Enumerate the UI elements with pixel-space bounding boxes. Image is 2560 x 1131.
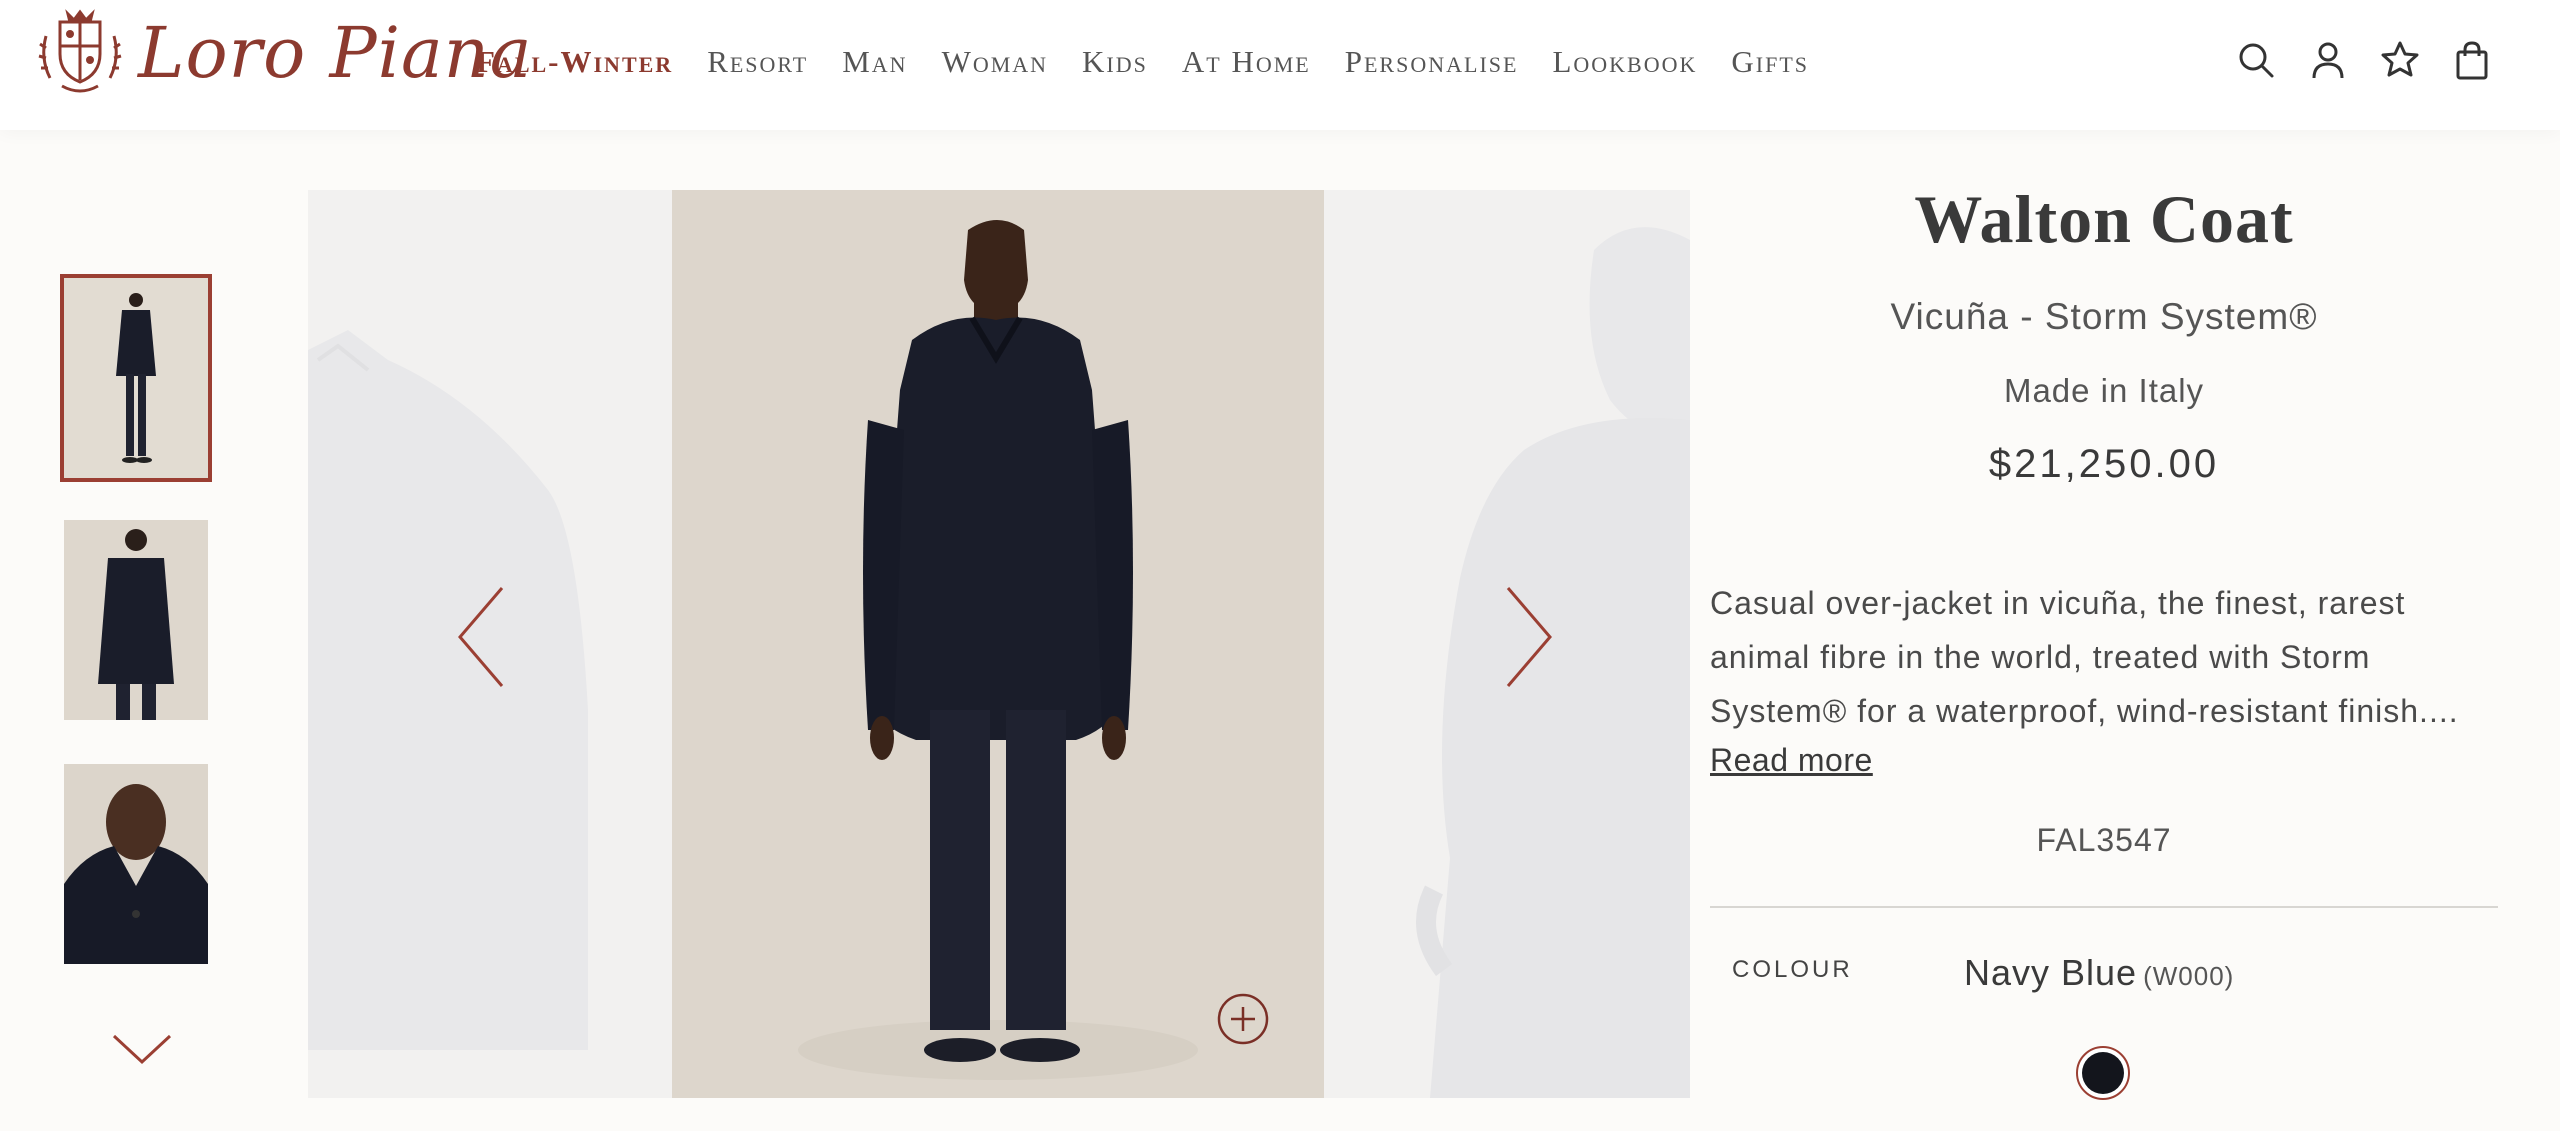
swatch-fill [2082, 1052, 2124, 1094]
nav-item-woman[interactable]: Woman [942, 44, 1048, 80]
product-origin: Made in Italy [2003, 372, 2205, 409]
nav-item-resort[interactable]: Resort [707, 44, 808, 80]
colour-value: Navy Blue (W000) [1964, 952, 2234, 994]
chevron-right-icon[interactable] [1498, 582, 1558, 692]
section-divider [1710, 906, 2498, 908]
search-icon[interactable] [2234, 38, 2278, 82]
product-description: Casual over-jacket in vicuña, the finest… [1710, 585, 2459, 729]
product-subtitle: Vicuña - Storm System® [1890, 296, 2318, 337]
nav-item-lookbook[interactable]: Lookbook [1552, 44, 1697, 80]
crest-icon [38, 9, 122, 93]
product-thumbnail-image [64, 278, 208, 478]
brand-logo[interactable]: Loro Piana [32, 8, 533, 98]
product-thumbnail-image [64, 764, 208, 964]
site-header: Loro Piana Fall-Winter Resort Man Woman … [0, 0, 2560, 130]
header-actions [2234, 38, 2522, 82]
shopping-bag-icon[interactable] [2450, 38, 2494, 82]
thumbnail-back[interactable] [64, 520, 208, 720]
account-icon[interactable] [2306, 38, 2350, 82]
product-thumbnail-image [64, 520, 208, 720]
nav-item-fall-winter[interactable]: Fall-Winter [476, 44, 673, 80]
wishlist-star-icon[interactable] [2378, 38, 2422, 82]
product-image-carousel[interactable] [308, 190, 1690, 1098]
main-product-image [672, 190, 1324, 1098]
main-nav: Fall-Winter Resort Man Woman Kids At Hom… [476, 44, 1843, 80]
product-code: FAL3547 [2036, 822, 2172, 858]
colour-name: Navy Blue [1964, 952, 2138, 993]
nav-item-man[interactable]: Man [842, 44, 907, 80]
thumbnail-front[interactable] [60, 274, 212, 482]
product-title: Walton Coat [1914, 181, 2294, 257]
nav-item-personalise[interactable]: Personalise [1345, 44, 1519, 80]
chevron-left-icon[interactable] [452, 582, 512, 692]
zoom-plus-icon[interactable] [1216, 992, 1270, 1046]
colour-label: COLOUR [1732, 956, 1853, 983]
product-price: $21,250.00 [1988, 442, 2220, 486]
nav-item-at-home[interactable]: At Home [1182, 44, 1311, 80]
read-more-link[interactable]: Read more [1710, 742, 1873, 779]
model-wearing-coat [672, 190, 1324, 1098]
nav-item-gifts[interactable]: Gifts [1731, 44, 1809, 80]
chevron-down-icon[interactable] [110, 1032, 174, 1068]
colour-swatch-navy-blue[interactable] [2076, 1046, 2130, 1100]
nav-item-kids[interactable]: Kids [1082, 44, 1148, 80]
brand-wordmark: Loro Piana [138, 12, 533, 94]
thumbnail-collar[interactable] [64, 764, 208, 964]
colour-code: (W000) [2143, 961, 2235, 991]
